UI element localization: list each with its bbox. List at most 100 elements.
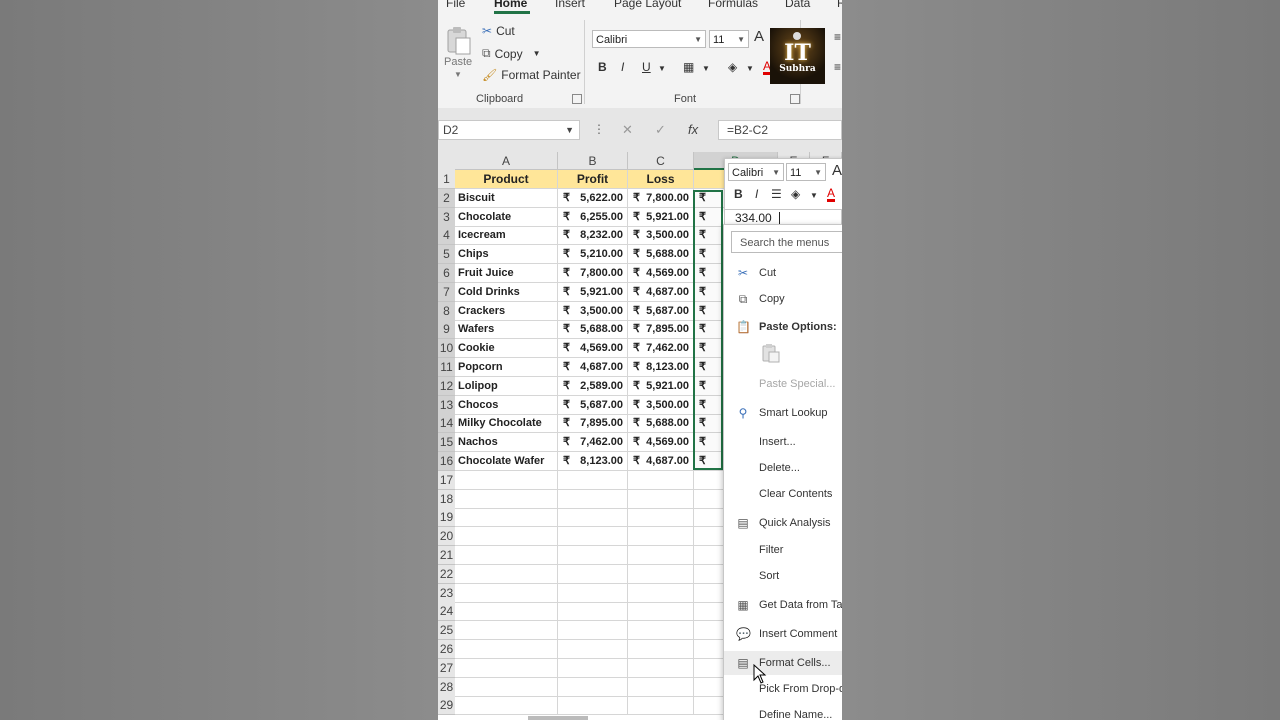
row-header[interactable]: 13 [438,395,455,415]
copy-button[interactable]: ⧉ Copy ▼ [482,46,541,61]
menu-item-copy[interactable]: ⧉ Copy [724,287,842,311]
profit-cell[interactable]: ₹5,210.00 [558,245,628,265]
menu-item-cut[interactable]: ✂ Cut [724,261,842,285]
tab-file[interactable]: File [446,0,465,10]
menu-item-sort[interactable]: Sort [724,564,842,588]
row-header[interactable]: 10 [438,339,455,359]
profit-cell[interactable]: ₹2,589.00 [558,376,628,396]
empty-cell[interactable] [558,696,628,716]
empty-cell[interactable] [628,696,694,716]
row-header[interactable]: 22 [438,564,455,584]
enter-icon[interactable]: ✓ [655,122,666,138]
empty-cell[interactable] [455,546,558,565]
mini-fill-color-icon[interactable]: ◈ [791,187,800,201]
font-size-box[interactable]: 11 ▼ [709,30,749,48]
clipboard-launcher-icon[interactable] [572,94,582,104]
mini-bold-button[interactable]: B [734,187,743,201]
loss-cell[interactable]: ₹5,688.00 [628,414,694,434]
column-header-b[interactable]: B [558,152,628,170]
empty-cell[interactable] [455,677,558,697]
profit-cell[interactable]: ₹5,687.00 [558,395,628,415]
product-cell[interactable]: Chocolate [455,207,558,227]
loss-cell[interactable]: ₹4,569.00 [628,433,694,453]
cut-button[interactable]: ✂ Cut [482,24,515,38]
empty-cell[interactable] [558,489,628,509]
row-header[interactable]: 6 [438,264,455,283]
product-cell[interactable]: Lolipop [455,376,558,396]
loss-cell[interactable]: ₹7,462.00 [628,339,694,359]
tab-review[interactable]: R [837,0,842,10]
empty-cell[interactable] [628,621,694,641]
row-header[interactable]: 8 [438,301,455,321]
profit-cell[interactable]: ₹5,622.00 [558,188,628,208]
tab-data[interactable]: Data [785,0,810,10]
menu-item-insert-comment[interactable]: 💬 Insert Comment [724,622,842,646]
column-header-a[interactable]: A [455,152,558,170]
italic-button[interactable]: I [621,60,624,74]
empty-cell[interactable] [558,508,628,528]
mini-italic-button[interactable]: I [755,187,758,201]
loss-cell[interactable]: ₹4,569.00 [628,264,694,283]
empty-cell[interactable] [628,470,694,490]
profit-cell[interactable]: ₹5,921.00 [558,282,628,302]
row-header[interactable]: 1 [438,170,455,189]
product-cell[interactable]: Chocos [455,395,558,415]
name-box[interactable]: D2 ▼ [438,120,580,140]
row-header[interactable]: 5 [438,245,455,265]
insert-function-icon[interactable]: fx [688,122,698,137]
chevron-down-icon[interactable]: ▼ [658,64,666,73]
empty-cell[interactable] [628,546,694,565]
profit-cell[interactable]: ₹4,569.00 [558,339,628,359]
tab-formulas[interactable]: Formulas [708,0,758,10]
profit-cell[interactable]: ₹7,800.00 [558,264,628,283]
profit-cell[interactable]: ₹8,123.00 [558,452,628,471]
empty-cell[interactable] [628,658,694,678]
product-cell[interactable]: Cold Drinks [455,282,558,302]
loss-cell[interactable]: ₹7,800.00 [628,188,694,208]
row-header[interactable]: 7 [438,282,455,302]
row-header[interactable]: 26 [438,640,455,659]
bold-button[interactable]: B [598,60,607,74]
loss-cell[interactable]: ₹5,921.00 [628,207,694,227]
menu-item-pick-from-drop-d[interactable]: Pick From Drop-d [724,677,842,701]
format-painter-button[interactable]: 🖌 Format Painter [482,68,581,82]
menu-item-format-cells[interactable]: ▤ Format Cells... [724,651,842,675]
mini-font-size-box[interactable]: 11 ▼ [786,163,826,181]
menu-item-clear-contents[interactable]: Clear Contents [724,482,842,506]
product-cell[interactable]: Popcorn [455,358,558,377]
mini-align-icon[interactable]: ☰ [771,187,782,201]
empty-cell[interactable] [455,602,558,622]
empty-cell[interactable] [455,564,558,584]
row-header[interactable]: 15 [438,433,455,453]
header-cell[interactable]: Loss [628,170,694,189]
font-name-box[interactable]: Calibri ▼ [592,30,706,48]
row-header[interactable]: 24 [438,602,455,622]
row-header[interactable]: 21 [438,546,455,565]
row-header[interactable]: 17 [438,470,455,490]
row-header[interactable]: 4 [438,226,455,246]
loss-cell[interactable]: ₹3,500.00 [628,395,694,415]
loss-cell[interactable]: ₹4,687.00 [628,452,694,471]
empty-cell[interactable] [558,621,628,641]
row-header[interactable]: 23 [438,583,455,603]
profit-cell[interactable]: ₹5,688.00 [558,320,628,340]
empty-cell[interactable] [628,602,694,622]
mini-font-color-icon[interactable]: A [827,187,836,202]
row-header[interactable]: 19 [438,508,455,528]
product-cell[interactable]: Milky Chocolate [455,414,558,434]
menu-item-filter[interactable]: Filter [724,538,842,562]
paste-option-icon[interactable] [762,343,780,363]
align-icon[interactable]: ≡ [834,60,841,74]
fill-color-icon[interactable]: ◈ [728,60,737,74]
empty-cell[interactable] [455,583,558,603]
empty-cell[interactable] [455,621,558,641]
product-cell[interactable]: Icecream [455,226,558,246]
product-cell[interactable]: Nachos [455,433,558,453]
row-header[interactable]: 2 [438,188,455,208]
cancel-icon[interactable]: ✕ [622,122,633,138]
underline-button[interactable]: U [642,60,651,74]
empty-cell[interactable] [628,489,694,509]
row-header[interactable]: 3 [438,207,455,227]
empty-cell[interactable] [558,527,628,547]
menu-item-smart-lookup[interactable]: ⚲ Smart Lookup [724,401,842,425]
